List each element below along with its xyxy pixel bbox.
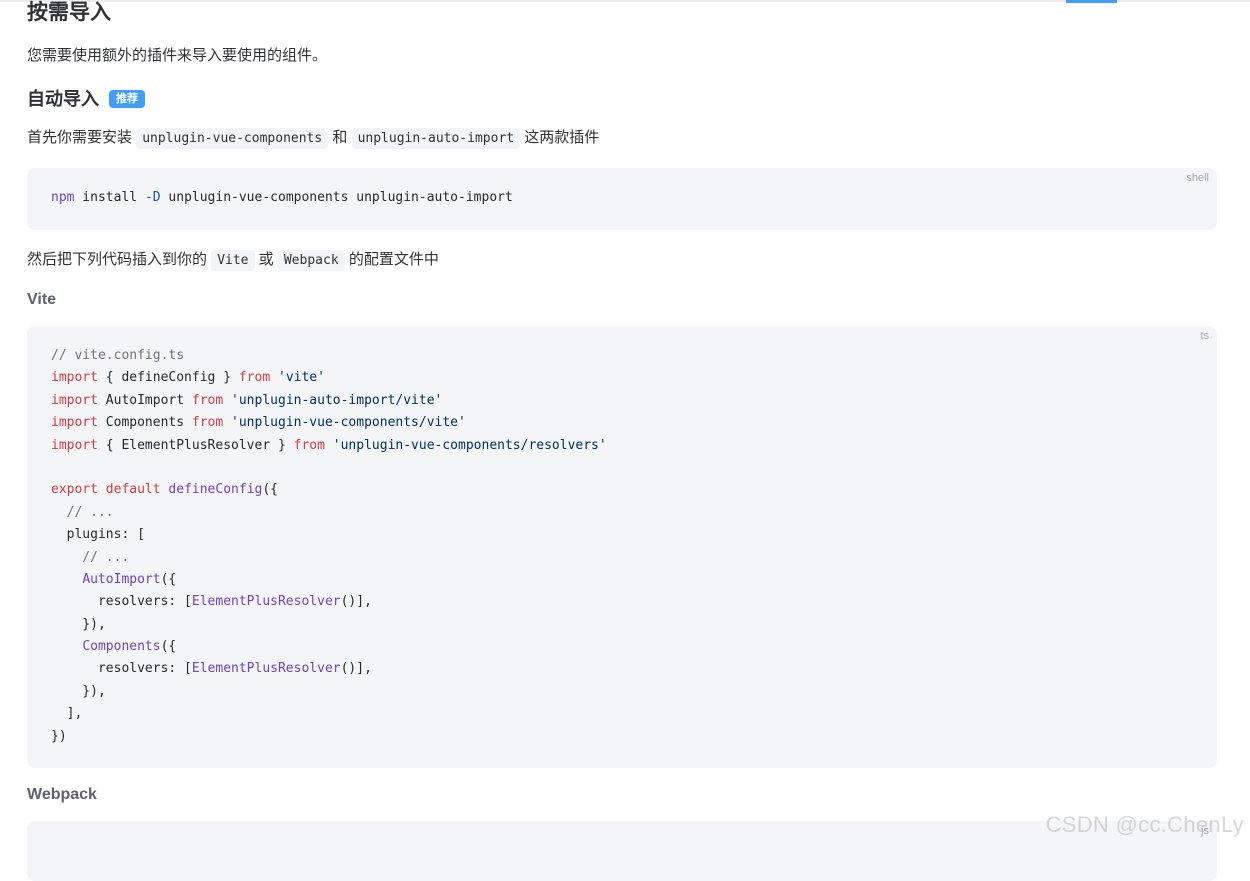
code-token: { defineConfig }	[97, 370, 239, 386]
code-lang-label: shell	[1186, 172, 1209, 184]
code-token: { ElementPlusResolver }	[97, 437, 294, 453]
code-line: import { defineConfig } from 'vite'	[51, 367, 607, 389]
config-sentence-suffix: 的配置文件中	[348, 251, 439, 268]
vite-config-code[interactable]: // vite.config.ts import { defineConfig }…	[51, 345, 607, 748]
code-token: ()],	[340, 594, 372, 610]
code-line: }),	[51, 614, 607, 636]
code-token: // vite.config.ts	[51, 348, 185, 363]
config-sentence-prefix: 然后把下列代码插入到你的	[27, 251, 208, 268]
webpack-code-block[interactable]: js	[27, 821, 1217, 881]
config-sentence-or: 或	[258, 251, 274, 268]
section-intro: 您需要使用额外的插件来导入要使用的组件。	[27, 47, 328, 64]
code-token: ElementPlusResolver	[191, 661, 341, 677]
code-line: // vite.config.ts	[51, 345, 607, 367]
code-token: }),	[51, 683, 106, 699]
code-token: 'unplugin-vue-components/resolvers'	[324, 437, 607, 453]
code-token: from	[293, 437, 325, 453]
code-line: import AutoImport from 'unplugin-auto-im…	[51, 390, 607, 412]
recommended-badge: 推荐	[109, 90, 145, 108]
code-token: 'vite'	[270, 370, 325, 386]
code-token: from	[238, 370, 271, 386]
code-token: AutoImport	[82, 571, 161, 587]
code-token: Components	[97, 415, 192, 431]
code-line: import { ElementPlusResolver } from 'unp…	[51, 435, 607, 457]
code-token: AutoImport	[97, 392, 192, 408]
vite-code-block[interactable]: ts // vite.config.ts import { defineConfi…	[27, 326, 1217, 768]
config-sentence: 然后把下列代码插入到你的 Vite 或 Webpack 的配置文件中	[27, 249, 439, 272]
pkg-auto-import: unplugin-auto-import	[351, 128, 521, 149]
vite-heading: Vite	[27, 291, 57, 308]
install-code[interactable]: npm install -D unplugin-vue-components u…	[51, 187, 513, 209]
code-line: import Components from 'unplugin-vue-com…	[51, 412, 607, 434]
install-sentence-prefix: 首先你需要安装	[27, 129, 133, 146]
auto-import-title: 自动导入 推荐	[27, 86, 145, 112]
code-token: install	[74, 190, 145, 205]
code-token: plugins: [	[51, 527, 145, 543]
code-token: default	[105, 482, 161, 498]
code-token: resolvers: [	[51, 594, 192, 610]
code-token: }),	[51, 616, 106, 632]
code-token: npm	[51, 190, 75, 205]
code-line: resolvers: [ElementPlusResolver()],	[51, 591, 607, 613]
csdn-watermark: CSDN @cc.ChenLy	[1045, 812, 1244, 837]
install-code-block[interactable]: shell npm install -D unplugin-vue-compon…	[27, 168, 1217, 230]
code-line: plugins: [	[51, 524, 607, 546]
code-token: export	[51, 482, 98, 498]
code-token: ()],	[340, 661, 372, 677]
code-lang-label: ts	[1200, 330, 1209, 342]
code-token: import	[51, 370, 98, 386]
code-token: from	[191, 415, 224, 431]
code-token: Components	[82, 639, 161, 655]
inline-webpack: Webpack	[277, 250, 345, 271]
code-line: })	[51, 726, 607, 748]
auto-import-title-text: 自动导入	[27, 89, 99, 109]
top-divider	[0, 0, 1250, 2]
code-token: unplugin-vue-components unplugin-auto-im…	[160, 190, 513, 205]
code-token: import	[51, 415, 98, 431]
webpack-heading: Webpack	[27, 786, 97, 803]
code-line: Components({	[51, 636, 607, 658]
install-sentence: 首先你需要安装 unplugin-vue-components 和 unplug…	[27, 127, 599, 150]
code-token: import	[51, 392, 98, 408]
code-token: -D	[144, 190, 161, 205]
code-token: 'unplugin-vue-components/vite'	[223, 415, 466, 431]
code-line: // ...	[51, 547, 607, 569]
code-line: export default defineConfig({	[51, 479, 607, 501]
code-token: resolvers: [	[51, 661, 192, 677]
code-token: ElementPlusResolver	[191, 594, 341, 610]
install-sentence-connector: 和	[332, 129, 348, 146]
code-line: resolvers: [ElementPlusResolver()],	[51, 658, 607, 680]
code-token: ({	[262, 482, 278, 498]
code-token: from	[191, 392, 224, 408]
code-line: ],	[51, 703, 607, 725]
code-token: 'unplugin-auto-import/vite'	[223, 392, 443, 408]
code-line: npm install -D unplugin-vue-components u…	[51, 187, 513, 209]
code-token: ({	[160, 571, 177, 587]
code-line: }),	[51, 681, 607, 703]
code-token: import	[51, 437, 98, 453]
code-token: // ...	[51, 549, 130, 565]
code-token: ],	[51, 706, 83, 722]
inline-vite: Vite	[211, 250, 255, 271]
code-token: })	[51, 728, 67, 744]
code-line: AutoImport({	[51, 569, 607, 591]
pkg-vue-components: unplugin-vue-components	[136, 128, 329, 149]
code-token: // ...	[51, 504, 114, 520]
active-tab-indicator	[1066, 0, 1117, 3]
install-sentence-suffix: 这两款插件	[524, 129, 600, 146]
code-token: defineConfig	[168, 482, 263, 498]
code-token: ({	[160, 639, 177, 655]
code-line: // ...	[51, 502, 607, 524]
section-title: 按需导入	[27, 1, 111, 24]
